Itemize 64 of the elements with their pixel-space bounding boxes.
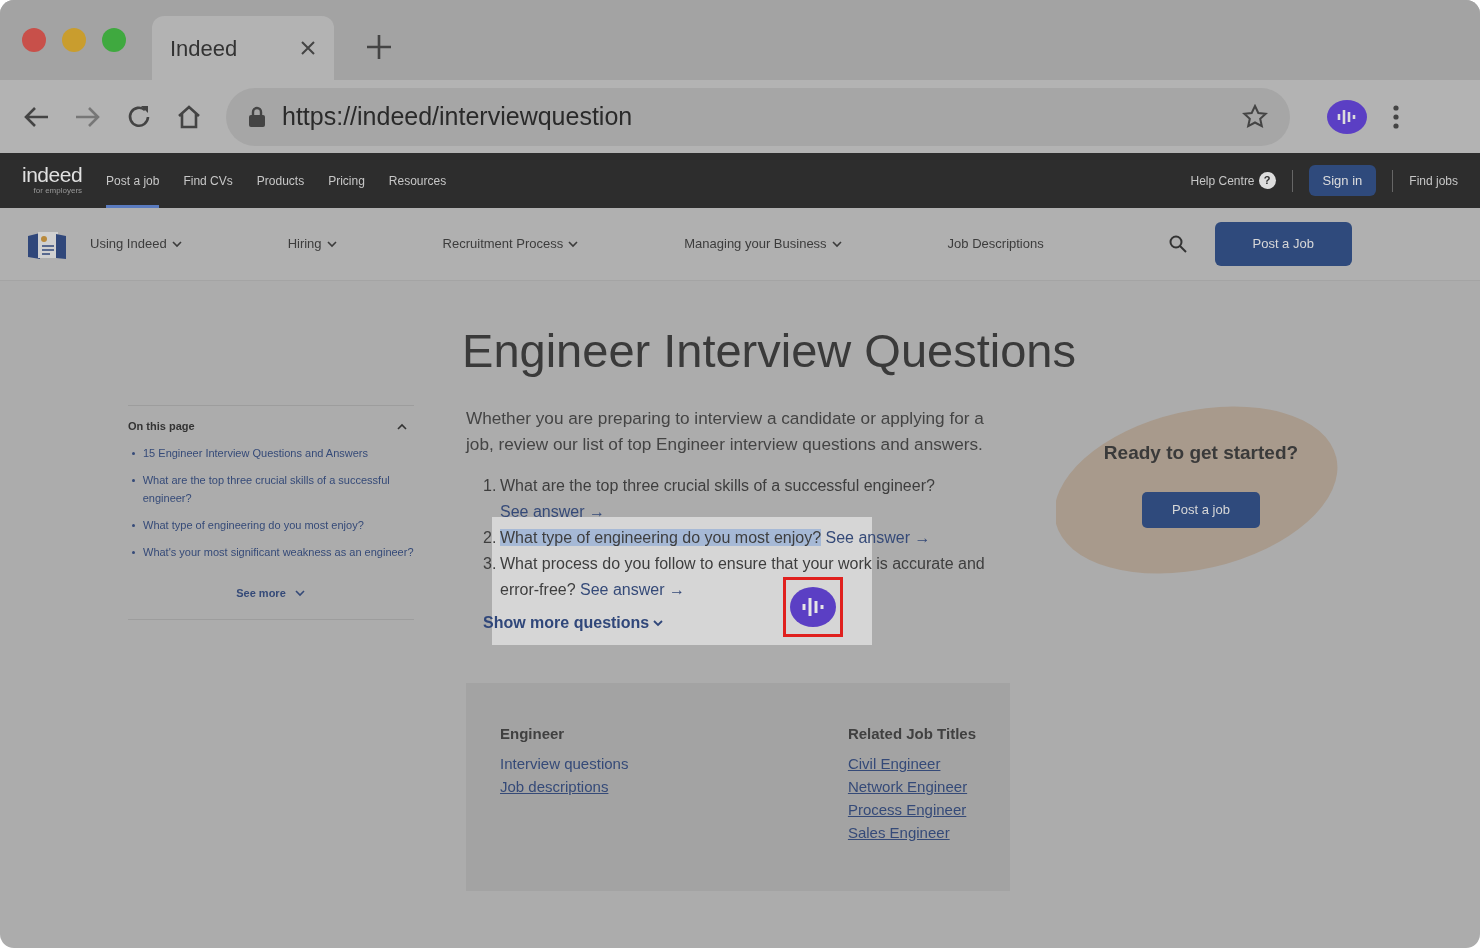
assistant-button[interactable] — [783, 577, 843, 638]
related-link[interactable]: Interview questions — [500, 751, 629, 775]
close-icon[interactable] — [300, 40, 316, 56]
help-icon[interactable]: ? — [1258, 172, 1276, 189]
related-link[interactable]: Sales Engineer — [847, 820, 976, 844]
sound-wave-icon — [789, 586, 837, 629]
nav-link[interactable]: Pricing — [328, 153, 365, 208]
nav-link[interactable]: Find CVs — [183, 153, 233, 208]
chevron-up-icon[interactable] — [396, 421, 408, 432]
new-tab-icon[interactable] — [366, 34, 392, 60]
bullet-icon — [132, 523, 135, 527]
address-bar[interactable]: https://indeed/interviewquestion — [226, 87, 1290, 146]
related-link[interactable]: Process Engineer — [847, 797, 976, 821]
sidebar-heading: On this page — [128, 419, 195, 435]
sidebar-link[interactable]: What's your most significant weakness as an engineer? — [143, 542, 414, 561]
question-text: What process do you follow to ensure that your work is accurate and error-free? See answer → — [500, 554, 986, 601]
bullet-icon — [132, 451, 135, 455]
intro-paragraph: Whether you are preparing to interview a candidate or applying for a job, review our list of top Engineer interview questions and answers. — [466, 407, 985, 457]
extension-icon[interactable] — [1326, 98, 1368, 135]
bullet-icon — [132, 478, 135, 482]
list-number: 3. — [483, 554, 498, 575]
page-title: Engineer Interview Questions — [461, 323, 1077, 379]
back-icon[interactable] — [22, 104, 50, 129]
nav-menu-item[interactable]: Hiring — [287, 234, 338, 254]
see-answer-link[interactable]: See answer → — [500, 503, 605, 521]
sidebar-link[interactable]: 15 Engineer Interview Questions and Answers — [143, 443, 369, 462]
reload-icon[interactable] — [126, 103, 152, 130]
lock-icon — [248, 105, 266, 128]
nav-menu-item[interactable]: Using Indeed — [90, 234, 183, 254]
star-icon[interactable] — [1242, 103, 1268, 130]
related-link[interactable]: Network Engineer — [847, 774, 976, 798]
see-more-link[interactable]: See more — [236, 584, 286, 602]
sign-in-button[interactable]: Sign in — [1308, 164, 1377, 197]
more-icon[interactable] — [1392, 103, 1400, 130]
search-icon[interactable] — [1168, 235, 1187, 253]
list-number: 2. — [483, 528, 498, 549]
related-link[interactable]: Job descriptions — [500, 774, 629, 798]
chevron-down-icon — [653, 619, 664, 628]
list-number: 1. — [483, 476, 498, 497]
sidebar-link[interactable]: What are the top three crucial skills of a successful engineer? — [142, 470, 414, 507]
sidebar-link[interactable]: What type of engineering do you most enjoy? — [143, 515, 364, 534]
nav-link[interactable]: Resources — [388, 153, 447, 208]
find-jobs-link[interactable]: Find jobs — [1409, 171, 1458, 190]
logo[interactable]: indeed for employers — [22, 164, 83, 197]
nav-menu-item[interactable]: Recruitment Process — [442, 234, 580, 254]
post-job-button[interactable]: Post a job — [1142, 491, 1260, 528]
bullet-icon — [132, 550, 135, 554]
related-link[interactable]: Civil Engineer — [847, 751, 976, 775]
post-job-button[interactable]: Post a Job — [1214, 222, 1352, 266]
nav-menu-item[interactable]: Job Descriptions — [947, 234, 1044, 254]
help-link[interactable]: Help Centre — [1190, 171, 1255, 190]
url-text: https://indeed/interviewquestion — [282, 100, 634, 132]
show-more-link[interactable]: Show more questions — [483, 611, 664, 636]
related-heading: Engineer — [500, 724, 566, 745]
nav-menu-item[interactable]: Managing your Business — [684, 234, 843, 254]
tab-title[interactable]: Indeed — [170, 31, 238, 65]
cta-heading: Ready to get started? — [1103, 441, 1299, 466]
see-answer-link[interactable]: See answer → — [580, 581, 685, 599]
related-heading: Related Job Titles — [847, 724, 976, 745]
home-icon[interactable] — [176, 103, 202, 130]
question-text: What are the top three crucial skills of a successful engineer? See answer → — [500, 476, 936, 523]
chevron-down-icon — [293, 588, 306, 599]
see-answer-link[interactable]: See answer → — [825, 529, 931, 547]
nav-link[interactable]: Products — [256, 153, 305, 208]
